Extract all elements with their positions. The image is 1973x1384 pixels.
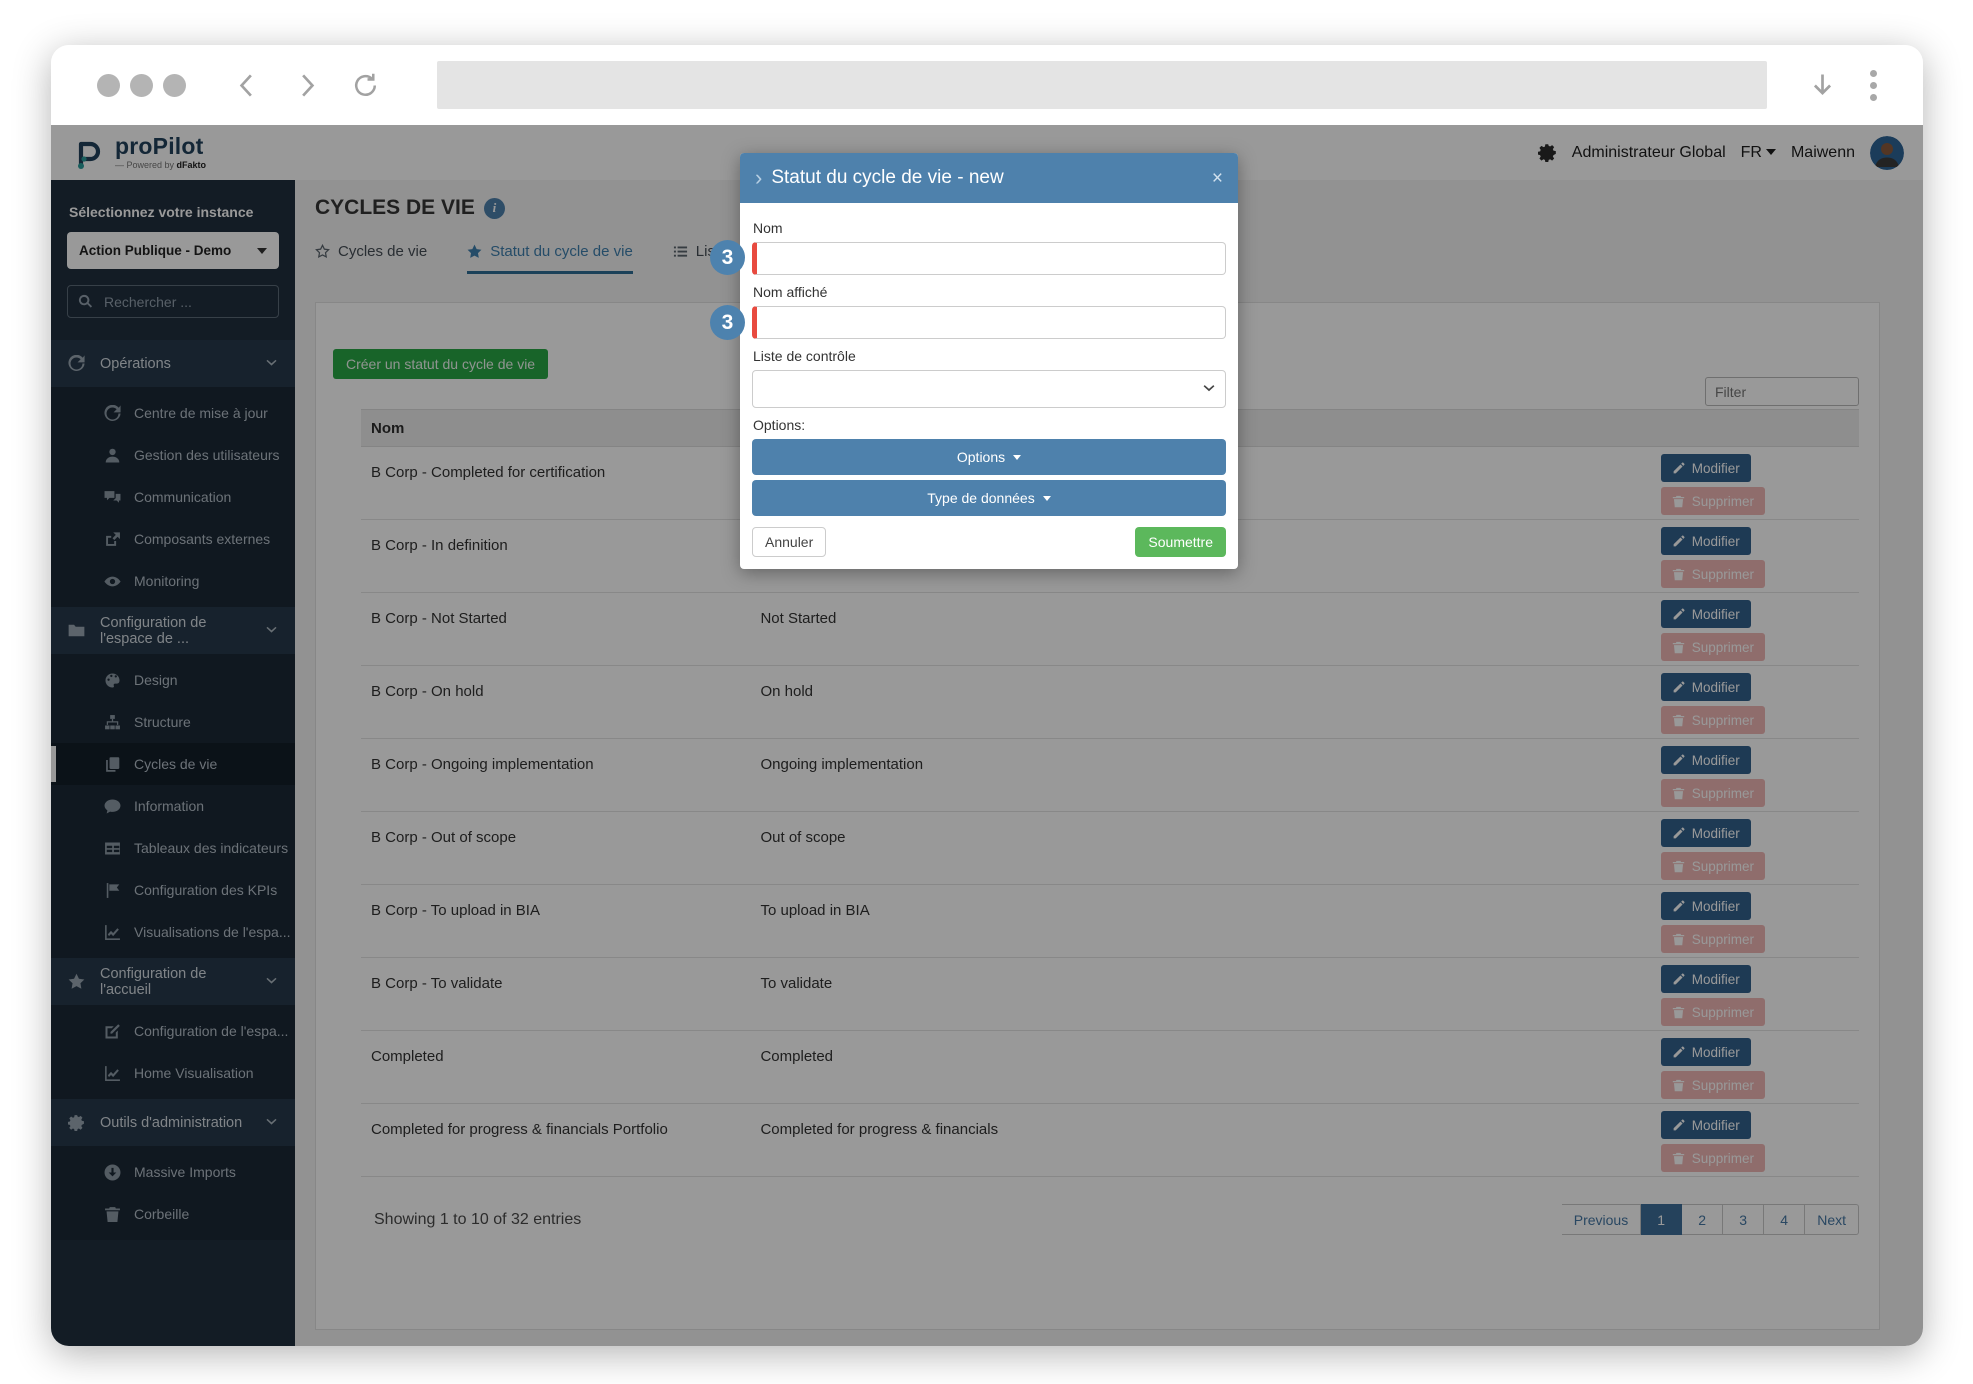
app-root: proPilot — Powered by dFakto Administrat… <box>51 125 1923 1346</box>
status-modal: › Statut du cycle de vie - new × Nom Nom… <box>740 153 1238 569</box>
modal-title: Statut du cycle de vie - new <box>771 167 1004 188</box>
caret-down-icon <box>1042 495 1051 501</box>
step-badge: 3 <box>710 240 745 275</box>
display-name-field[interactable] <box>752 306 1226 339</box>
download-icon[interactable] <box>1809 72 1836 99</box>
window-dot <box>163 73 186 97</box>
url-bar[interactable] <box>437 61 1767 109</box>
options-label: Options: <box>753 417 806 433</box>
checklist-label: Liste de contrôle <box>753 348 856 364</box>
modal-header: › Statut du cycle de vie - new × <box>740 153 1238 203</box>
window-dot <box>130 73 153 97</box>
window-dots <box>97 73 186 97</box>
checklist-select[interactable] <box>752 370 1226 408</box>
name-label: Nom <box>753 220 783 236</box>
kebab-menu-icon[interactable] <box>1870 69 1877 101</box>
display-name-label: Nom affiché <box>753 284 828 300</box>
close-icon[interactable]: × <box>1212 169 1223 188</box>
refresh-icon[interactable] <box>352 72 379 99</box>
window-dot <box>97 73 120 97</box>
options-dropdown-button[interactable]: Options <box>752 439 1226 475</box>
browser-window: proPilot — Powered by dFakto Administrat… <box>51 45 1923 1346</box>
cancel-button[interactable]: Annuler <box>752 527 827 557</box>
chevron-right-icon: › <box>755 165 763 190</box>
datatype-dropdown-button[interactable]: Type de données <box>752 480 1226 516</box>
submit-button[interactable]: Soumettre <box>1135 527 1226 557</box>
step-badge: 3 <box>710 305 745 340</box>
back-icon[interactable] <box>234 72 261 99</box>
caret-down-icon <box>1013 454 1022 460</box>
browser-chrome <box>51 45 1923 125</box>
forward-icon[interactable] <box>293 72 320 99</box>
name-field[interactable] <box>752 242 1226 275</box>
